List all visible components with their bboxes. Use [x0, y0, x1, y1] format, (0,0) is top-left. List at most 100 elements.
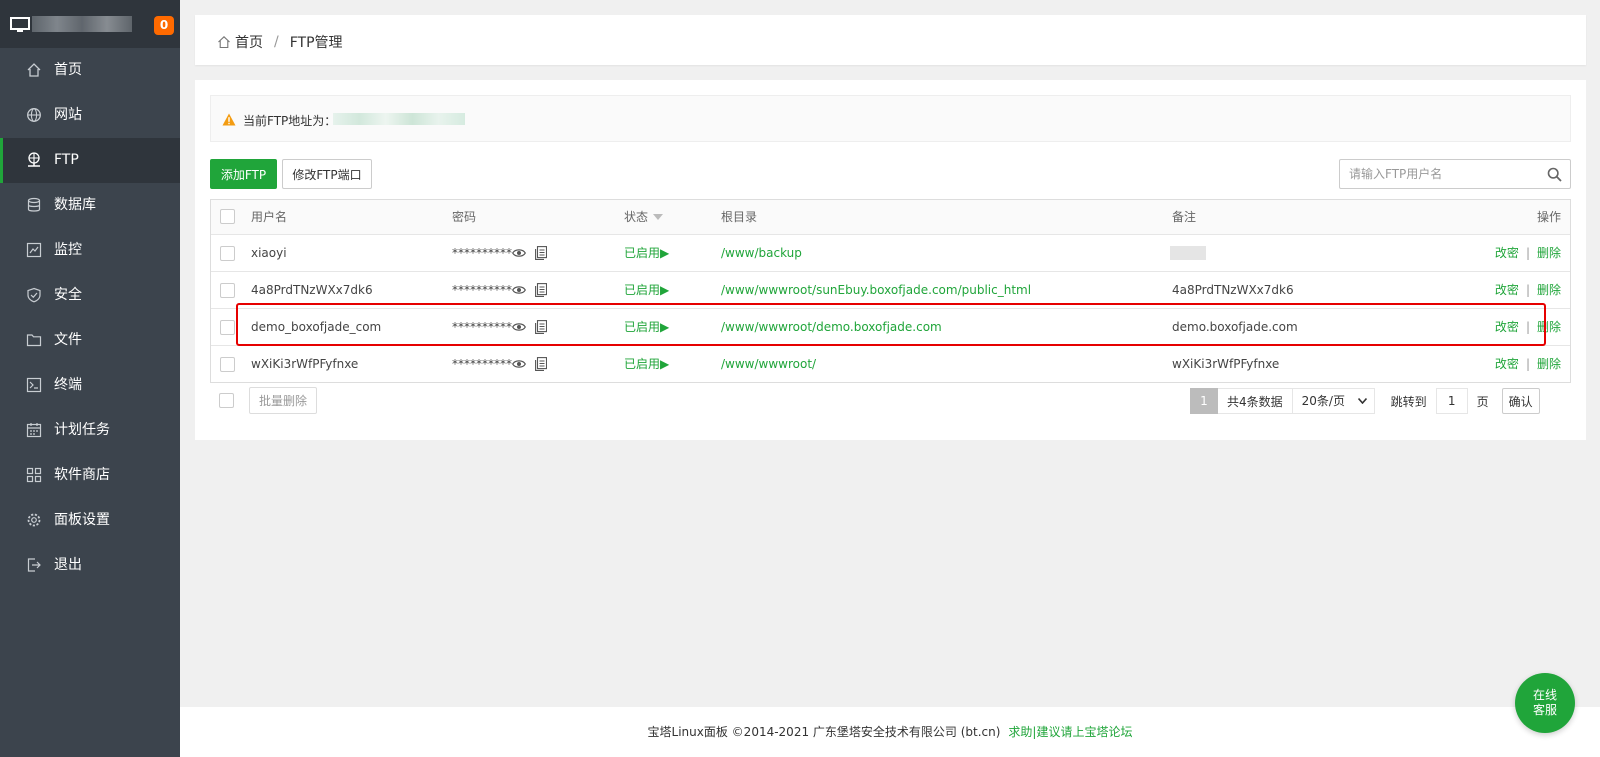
row-checkbox[interactable]: [220, 357, 235, 372]
ops-separator: |: [1525, 320, 1530, 334]
copy-icon[interactable]: [535, 283, 547, 297]
breadcrumb-home[interactable]: 首页: [235, 32, 263, 52]
sidebar-item-website[interactable]: 网站: [0, 93, 180, 138]
copy-icon[interactable]: [535, 320, 547, 334]
sidebar-item-ftp[interactable]: FTP: [0, 138, 180, 183]
row-password: **********: [452, 246, 512, 260]
sidebar-header: 0: [0, 0, 180, 48]
row-note[interactable]: 4a8PrdTNzWXx7dk6: [1172, 272, 1294, 309]
ftp-address-notice: 当前FTP地址为：: [210, 95, 1571, 142]
eye-icon[interactable]: [512, 247, 526, 259]
header-note: 备注: [1172, 210, 1197, 224]
calendar-icon: [26, 422, 42, 438]
sidebar-item-cron[interactable]: 计划任务: [0, 408, 180, 453]
row-note[interactable]: wXiKi3rWfPFyfnxe: [1172, 346, 1279, 383]
row-checkbox[interactable]: [220, 246, 235, 261]
header-status-label: 状态: [624, 210, 649, 224]
status-toggle[interactable]: 已启用▶: [624, 346, 669, 383]
home-icon: [218, 36, 230, 49]
table-header: 用户名 密码 状态 根目录 备注 操作: [211, 200, 1570, 234]
sidebar-item-store[interactable]: 软件商店: [0, 453, 180, 498]
sidebar-item-security[interactable]: 安全: [0, 273, 180, 318]
sidebar-item-monitor[interactable]: 监控: [0, 228, 180, 273]
header-password: 密码: [452, 210, 477, 224]
sidebar-item-logout[interactable]: 退出: [0, 543, 180, 588]
status-toggle[interactable]: 已启用▶: [624, 235, 669, 272]
delete-link[interactable]: 删除: [1537, 320, 1561, 334]
change-password-link[interactable]: 改密: [1495, 246, 1519, 260]
jump-page-input[interactable]: 1: [1435, 388, 1468, 414]
current-page[interactable]: 1: [1190, 388, 1218, 414]
note-redacted[interactable]: [1170, 246, 1206, 260]
root-dir-link[interactable]: /www/wwwroot/demo.boxofjade.com: [721, 309, 942, 346]
copy-icon[interactable]: [535, 357, 547, 371]
edit-ftp-port-button[interactable]: 修改FTP端口: [282, 159, 372, 189]
delete-link[interactable]: 删除: [1537, 357, 1561, 371]
sidebar: 0 首页 网站 FTP 数据库 监控 安全 文件 终端 计划任务 软件商店 面板…: [0, 0, 180, 757]
sidebar-item-terminal[interactable]: 终端: [0, 363, 180, 408]
status-label: 已启用: [624, 320, 661, 334]
play-icon: ▶: [660, 246, 670, 260]
breadcrumb-bar: 首页 / FTP管理: [195, 15, 1586, 65]
search-icon[interactable]: [1547, 167, 1562, 182]
table-row: demo_boxofjade_com ********** 已启用▶ /www/…: [211, 308, 1570, 345]
status-toggle[interactable]: 已启用▶: [624, 272, 669, 309]
row-password: **********: [452, 357, 512, 371]
header-username: 用户名: [251, 210, 288, 224]
sidebar-item-settings[interactable]: 面板设置: [0, 498, 180, 543]
sidebar-item-home[interactable]: 首页: [0, 48, 180, 93]
delete-link[interactable]: 删除: [1537, 283, 1561, 297]
row-checkbox[interactable]: [220, 283, 235, 298]
apps-icon: [26, 467, 42, 483]
ops-separator: |: [1525, 246, 1530, 260]
row-username: wXiKi3rWfPFyfnxe: [251, 357, 359, 371]
root-dir-link[interactable]: /www/wwwroot/sunEbuy.boxofjade.com/publi…: [721, 272, 1031, 309]
online-service-button[interactable]: 在线 客服: [1515, 673, 1575, 733]
page-footer: 宝塔Linux面板 ©2014-2021 广东堡塔安全技术有限公司 (bt.cn…: [180, 707, 1600, 757]
sidebar-item-files[interactable]: 文件: [0, 318, 180, 363]
eye-icon[interactable]: [512, 321, 526, 333]
sidebar-item-label: 首页: [54, 62, 82, 78]
search-input[interactable]: [1340, 160, 1536, 188]
play-icon: ▶: [660, 320, 670, 334]
eye-icon[interactable]: [512, 284, 526, 296]
ops-separator: |: [1525, 357, 1530, 371]
row-checkbox[interactable]: [220, 320, 235, 335]
message-badge[interactable]: 0: [154, 16, 174, 35]
sidebar-item-label: 终端: [54, 377, 82, 393]
service-line-2: 客服: [1532, 703, 1557, 717]
folder-icon: [26, 332, 42, 348]
status-toggle[interactable]: 已启用▶: [624, 309, 669, 346]
delete-link[interactable]: 删除: [1537, 246, 1561, 260]
row-operations: 改密 | 删除: [1495, 235, 1561, 272]
ftp-address-label: 当前FTP地址为：: [243, 114, 337, 128]
change-password-link[interactable]: 改密: [1495, 320, 1519, 334]
add-ftp-button[interactable]: 添加FTP: [210, 159, 277, 189]
search-box: [1339, 159, 1571, 189]
row-password: **********: [452, 320, 512, 334]
select-all-checkbox[interactable]: [220, 209, 235, 224]
sidebar-item-database[interactable]: 数据库: [0, 183, 180, 228]
header-operations: 操作: [1536, 210, 1561, 224]
root-dir-link[interactable]: /www/backup: [721, 235, 802, 272]
root-dir-link[interactable]: /www/wwwroot/: [721, 346, 816, 383]
server-name-redacted: [32, 16, 132, 32]
row-note[interactable]: demo.boxofjade.com: [1172, 309, 1298, 346]
page-unit: 页: [1476, 394, 1489, 409]
forum-link[interactable]: 求助|建议请上宝塔论坛: [1008, 725, 1132, 739]
monitor-chart-icon: [26, 242, 42, 258]
play-icon: ▶: [660, 283, 670, 297]
sidebar-item-label: 监控: [54, 242, 82, 258]
monitor-icon: [10, 17, 30, 32]
copy-icon[interactable]: [535, 246, 547, 260]
change-password-link[interactable]: 改密: [1495, 283, 1519, 297]
breadcrumb-current: FTP管理: [289, 35, 343, 51]
bottom-select-all-checkbox[interactable]: [219, 393, 234, 408]
page-size-select[interactable]: 20条/页: [1292, 388, 1375, 414]
confirm-jump-button[interactable]: 确认: [1501, 388, 1540, 414]
eye-icon[interactable]: [512, 358, 526, 370]
header-status[interactable]: 状态: [624, 200, 664, 234]
batch-delete-button[interactable]: 批量删除: [249, 387, 317, 414]
change-password-link[interactable]: 改密: [1495, 357, 1519, 371]
sort-down-icon[interactable]: [653, 214, 664, 220]
